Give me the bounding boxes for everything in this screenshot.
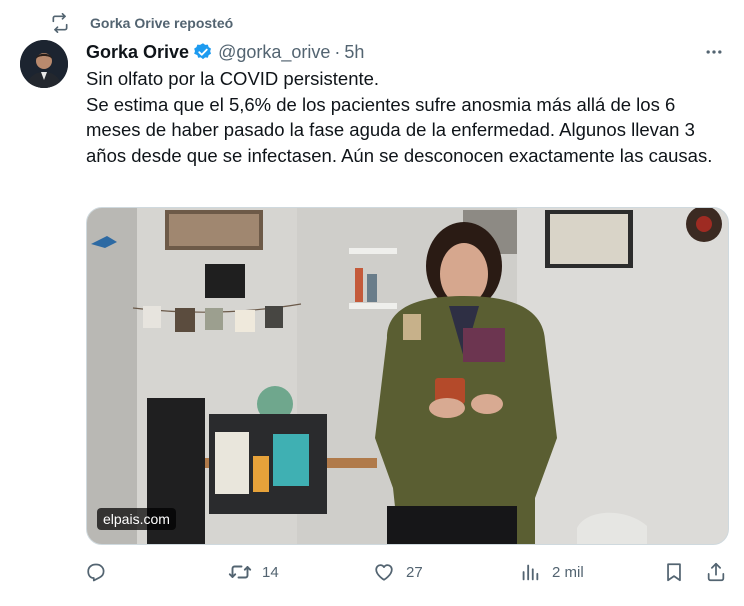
share-icon <box>704 560 728 584</box>
share-button[interactable] <box>704 559 728 585</box>
repost-indicator: Gorka Orive reposteó <box>50 12 233 34</box>
heart-icon <box>372 560 396 584</box>
retweet-icon <box>228 560 252 584</box>
action-bar: 14 27 2 mil <box>84 559 734 585</box>
separator: · <box>334 41 341 62</box>
reply-button[interactable] <box>84 559 118 585</box>
views-count: 2 mil <box>552 563 584 581</box>
verified-badge-icon[interactable] <box>193 42 213 62</box>
repost-icon <box>50 12 72 34</box>
media-source-label[interactable]: elpais.com <box>97 508 176 530</box>
bookmark-button[interactable] <box>662 559 686 585</box>
timestamp[interactable]: 5h <box>344 42 364 63</box>
avatar[interactable] <box>20 40 68 88</box>
bookmark-icon <box>662 560 686 584</box>
tweet-header: Gorka Orive @gorka_orive · 5h <box>86 40 364 64</box>
author-name[interactable]: Gorka Orive <box>86 42 189 63</box>
author-handle[interactable]: @gorka_orive <box>218 42 330 63</box>
repost-text[interactable]: Gorka Orive reposteó <box>90 15 233 31</box>
tweet-text: Sin olfato por la COVID persistente. Se … <box>86 66 716 168</box>
like-count: 27 <box>406 563 423 581</box>
retweet-count: 14 <box>262 563 279 581</box>
retweet-button[interactable]: 14 <box>228 559 279 585</box>
tweet-line: Sin olfato por la COVID persistente. <box>86 68 380 89</box>
views-button[interactable]: 2 mil <box>518 559 584 585</box>
reply-icon <box>84 560 108 584</box>
more-options-icon[interactable] <box>702 40 726 64</box>
tweet[interactable]: Gorka Orive reposteó Gorka Orive @gorka_… <box>0 0 744 606</box>
analytics-icon <box>518 560 542 584</box>
tweet-line: Se estima que el 5,6% de los pacientes s… <box>86 93 713 166</box>
like-button[interactable]: 27 <box>372 559 423 585</box>
media-photo <box>87 208 728 544</box>
tweet-media[interactable]: elpais.com <box>86 207 729 545</box>
